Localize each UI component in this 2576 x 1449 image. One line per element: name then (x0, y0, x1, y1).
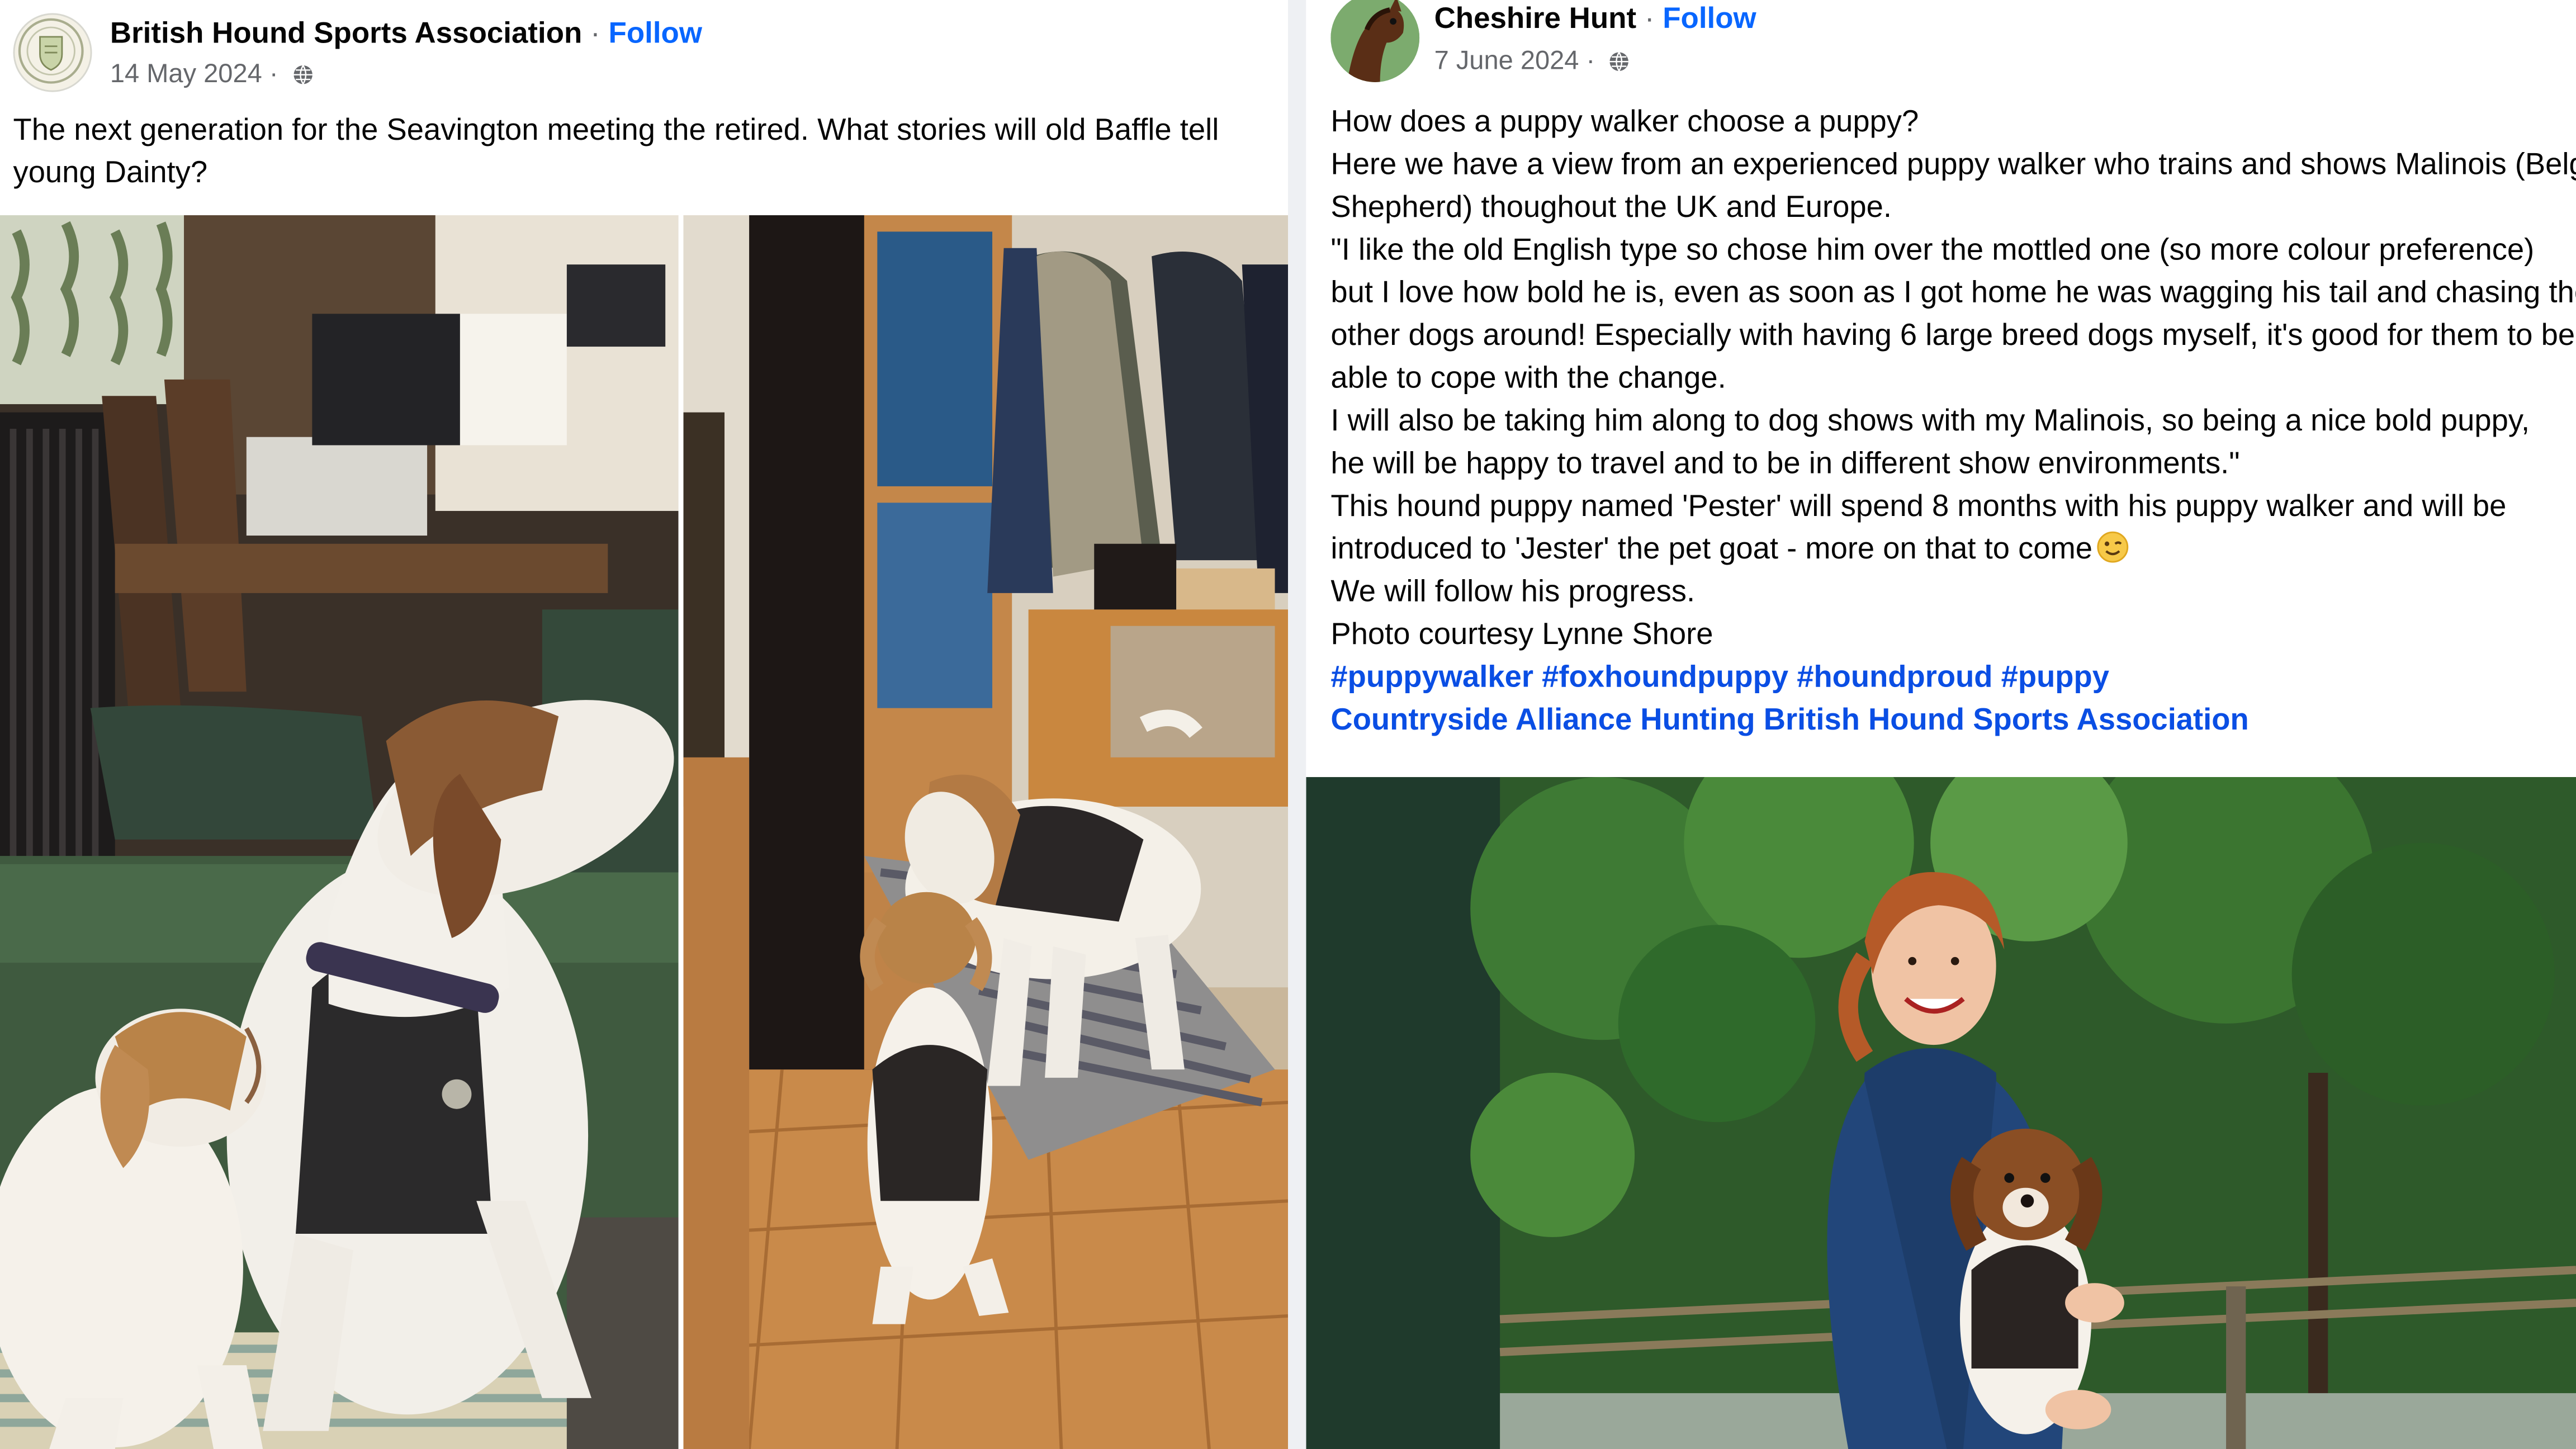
post-body-text: The next generation for the Seavington m… (13, 108, 1278, 194)
author-name[interactable]: Cheshire Hunt (1434, 2, 1637, 35)
post-text-line: The next generation for the Seavington m… (13, 111, 1219, 146)
mention-link[interactable]: British Hound Sports Association (1764, 702, 2249, 736)
post-meta: 14 May 2024 · (110, 59, 314, 92)
follow-button[interactable]: Follow (1663, 2, 1756, 35)
post-card-british-hound-sports: British Hound Sports Association · Follo… (0, 0, 1289, 1449)
post-date[interactable]: 7 June 2024 (1434, 48, 1579, 75)
photo-two-hounds-on-sofa[interactable] (0, 215, 679, 1449)
hashtag-row: #puppywalker #foxhoundpuppy #houndproud … (1330, 656, 2576, 698)
globe-icon (293, 65, 312, 85)
post-text-line: introduced to 'Jester' the pet goat - mo… (1330, 531, 2093, 565)
post-text-line: Here we have a view from an experienced … (1330, 146, 2576, 181)
follow-button[interactable]: Follow (609, 16, 703, 49)
author-name[interactable]: British Hound Sports Association (110, 16, 582, 49)
post-text-line: I will also be taking him along to dog s… (1330, 402, 2530, 437)
post-text-line: but I love how bold he is, even as soon … (1330, 274, 2576, 309)
globe-icon (1610, 51, 1629, 72)
post-text-line: "I like the old English type so chose hi… (1330, 231, 2535, 267)
hashtag-link[interactable]: #houndproud (1797, 659, 1992, 693)
post-header: Cheshire Hunt · Follow (1434, 0, 1756, 36)
separator-dot: · (590, 16, 600, 50)
post-text-line: young Dainty? (13, 154, 208, 189)
post-text-line: able to cope with the change. (1330, 359, 1726, 395)
post-meta: 7 June 2024 · (1434, 46, 1631, 79)
post-text-line: other dogs around! Especially with havin… (1330, 317, 2575, 352)
mention-link[interactable]: Countryside Alliance Hunting (1330, 702, 1755, 736)
horse-head-icon[interactable] (1330, 0, 1420, 82)
post-header: British Hound Sports Association · Follo… (110, 15, 702, 51)
post-text-line: This hound puppy named 'Pester' will spe… (1330, 487, 2507, 523)
post-date[interactable]: 14 May 2024 (110, 61, 262, 89)
hashtag-link[interactable]: #foxhoundpuppy (1542, 659, 1788, 693)
post-text-line: Shepherd) thoughout the UK and Europe. (1330, 188, 1892, 224)
post-body-text: How does a puppy walker choose a puppy? … (1330, 100, 2576, 741)
post-text-line: We will follow his progress. (1330, 573, 1696, 608)
post-card-cheshire-hunt: Cheshire Hunt · Follow 7 June 2024 · How… (1306, 0, 2576, 1449)
photo-hounds-in-hallway[interactable] (683, 215, 1289, 1449)
hashtag-link[interactable]: #puppy (2001, 659, 2109, 693)
post-text-line: Photo courtesy Lynne Shore (1330, 616, 1713, 651)
post-text-line: he will be happy to travel and to be in … (1330, 445, 2240, 480)
photo-woman-holding-puppy[interactable] (1306, 777, 2576, 1449)
posts-divider (1288, 0, 1306, 1449)
winking-face-icon (2096, 531, 2128, 563)
photo-gap (678, 215, 684, 1449)
post-text-line: How does a puppy walker choose a puppy? (1330, 103, 1919, 138)
association-crest-icon[interactable] (13, 13, 92, 92)
separator-dot: · (1644, 1, 1655, 35)
post-text-line-with-emoji: introduced to 'Jester' the pet goat - mo… (1330, 527, 2576, 570)
meta-separator-dot: · (269, 60, 278, 89)
hashtag-link[interactable]: #puppywalker (1330, 659, 1533, 693)
screenshot-canvas: British Hound Sports Association · Follo… (0, 0, 2576, 1449)
meta-separator-dot: · (1586, 48, 1595, 76)
mention-row: Countryside Alliance Hunting British Hou… (1330, 698, 2576, 741)
